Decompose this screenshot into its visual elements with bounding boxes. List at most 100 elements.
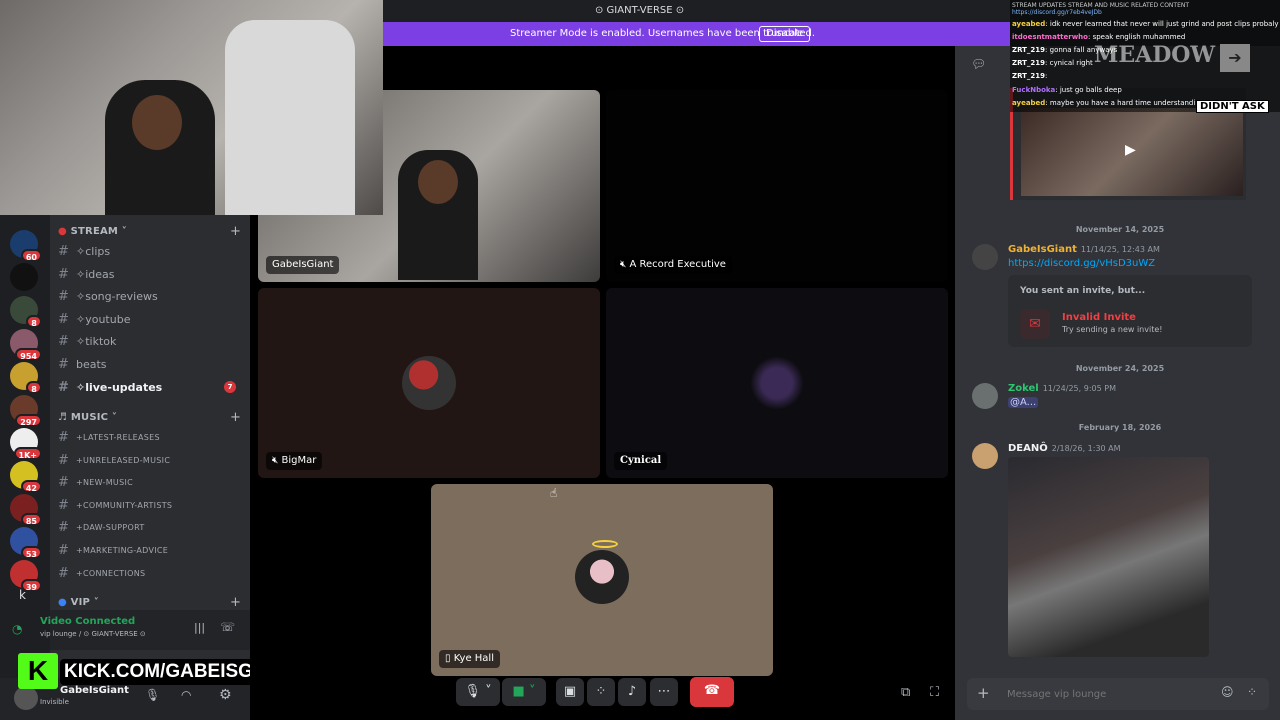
server-icon[interactable]: 8 xyxy=(10,296,42,328)
channel-song-reviews[interactable]: # ✧song-reviews xyxy=(58,286,244,306)
server-badge: 8 xyxy=(26,315,42,328)
video-tile-cynical[interactable]: Cynical xyxy=(606,288,948,478)
chat-text: : speak english muhammed xyxy=(1087,33,1186,41)
message-author[interactable]: Zokel 11/24/25, 9:05 PM xyxy=(1008,383,1116,394)
voice-status[interactable]: Video Connected xyxy=(40,616,135,627)
channel-beats[interactable]: # beats xyxy=(58,354,244,374)
microphone-icon[interactable]: 🎙 xyxy=(145,688,160,702)
voice-location[interactable]: vip lounge / ⊙ GIANT-VERSE ⊙ xyxy=(40,630,146,638)
server-icon[interactable]: 85 xyxy=(10,494,42,526)
server-badge: 42 xyxy=(20,480,42,493)
server-badge: 954 xyxy=(15,348,42,361)
settings-gear-icon[interactable]: ⚙ xyxy=(219,687,232,703)
channel-marketing-advice[interactable]: # +MARKETING-ADVICE xyxy=(58,540,244,560)
server-icon[interactable]: 954 xyxy=(10,329,42,361)
stream-chat-overlay: STREAM UPDATES STREAM AND MUSIC RELATED … xyxy=(1010,0,1280,113)
add-attachment-icon[interactable]: + xyxy=(977,684,990,702)
message-author[interactable]: DEANÔ 2/18/26, 1:30 AM xyxy=(1008,443,1121,454)
headphones-icon[interactable]: ◠ xyxy=(181,688,191,702)
tile-name: GabeIsGiant xyxy=(266,256,340,274)
video-tile-kye-hall[interactable]: ▯ Kye Hall xyxy=(431,484,773,676)
channel-live-updates[interactable]: # ✧live-updates 7 xyxy=(58,377,244,397)
chat-text: : idk never learned that never will just… xyxy=(1045,20,1279,28)
channel-label: ✧tiktok xyxy=(76,334,117,348)
message-author[interactable]: GabeIsGiant 11/14/25, 12:43 AM xyxy=(1008,244,1160,255)
chat-text: : maybe you have a hard time understandi… xyxy=(1045,99,1205,107)
server-letter[interactable]: k xyxy=(19,588,26,602)
author-name: GabeIsGiant xyxy=(1008,244,1077,255)
activities-button[interactable]: ⁘ xyxy=(587,678,615,706)
avatar[interactable] xyxy=(14,686,38,710)
phone-icon: ▯ xyxy=(445,653,451,664)
noise-icon[interactable]: ||| xyxy=(194,621,205,634)
window-title: ⊙ GIANT-VERSE ⊙ xyxy=(595,5,685,16)
chat-line: FuckNboka: just go balls deep xyxy=(1012,84,1122,96)
chat-user: ZRT_219 xyxy=(1012,72,1046,80)
more-options-button[interactable]: ⋯ xyxy=(650,678,678,706)
leave-call-button[interactable]: ☎ xyxy=(690,677,734,707)
tile-name: Cynical xyxy=(614,452,668,470)
server-icon[interactable]: 297 xyxy=(10,395,42,427)
fullscreen-icon[interactable]: ⛶ xyxy=(930,685,939,700)
channel-connections[interactable]: # +CONNECTIONS xyxy=(58,563,244,583)
channel-youtube[interactable]: # ✧youtube xyxy=(58,309,244,329)
chat-bubble-icon[interactable]: 💬︎ xyxy=(971,57,986,71)
server-icon[interactable]: 8 xyxy=(10,362,42,394)
message-image[interactable] xyxy=(1008,457,1209,657)
category-music[interactable]: ♬ MUSIC ˅ + xyxy=(58,410,241,425)
screen-share-button[interactable]: ▣ xyxy=(556,678,584,706)
hash-icon: # xyxy=(58,519,70,535)
chat-user: FuckNboka xyxy=(1012,86,1056,94)
camera-button[interactable]: ■ ˅ xyxy=(502,678,546,706)
microphone-button[interactable]: 🎙 ˅ xyxy=(456,678,500,706)
message-link[interactable]: https://discord.gg/vHsD3uWZ xyxy=(1008,258,1155,269)
channel-daw-support[interactable]: # +DAW-SUPPORT xyxy=(58,517,244,537)
soundboard-button[interactable]: ♪ xyxy=(618,678,646,706)
disable-button[interactable]: Disable xyxy=(759,26,811,42)
hang-up-icon: ☎ xyxy=(703,683,721,698)
channel-latest-releases[interactable]: # +LATEST-RELEASES xyxy=(58,427,244,447)
server-icon[interactable]: 1K+ xyxy=(10,428,42,460)
tile-name-text: A Record Executive xyxy=(629,259,726,270)
channel-community-artists[interactable]: # +COMMUNITY-ARTISTS xyxy=(58,495,244,515)
channel-clips[interactable]: # ✧clips xyxy=(58,241,244,261)
add-channel-icon[interactable]: + xyxy=(230,595,241,610)
date-divider: November 14, 2025 xyxy=(1075,225,1165,234)
disconnect-icon[interactable]: ☏ xyxy=(220,620,235,634)
arrow-right-icon: ➔ xyxy=(1220,44,1250,72)
play-icon[interactable]: ▶ xyxy=(1125,142,1136,158)
channel-label: +COMMUNITY-ARTISTS xyxy=(76,500,173,510)
video-tile-bigmar[interactable]: 🔇︎ BigMar xyxy=(258,288,600,478)
channel-new-music[interactable]: # +NEW-MUSIC xyxy=(58,472,244,492)
channel-ideas[interactable]: # ✧ideas xyxy=(58,264,244,284)
add-channel-icon[interactable]: + xyxy=(230,224,241,239)
server-icon[interactable]: 39 xyxy=(10,560,42,592)
microphone-icon: 🎙 xyxy=(464,684,481,699)
apps-icon[interactable]: ⁘ xyxy=(1247,685,1257,699)
avatar[interactable] xyxy=(972,443,998,469)
emoji-icon[interactable]: ☺ xyxy=(1221,685,1234,699)
message-input[interactable] xyxy=(1007,684,1207,704)
chat-text: : just go balls deep xyxy=(1055,86,1122,94)
channel-tiktok[interactable]: # ✧tiktok xyxy=(58,331,244,351)
mention[interactable]: @A... xyxy=(1008,397,1039,408)
server-icon[interactable]: 60 xyxy=(10,230,42,262)
popout-icon[interactable]: ⧉ xyxy=(901,685,910,700)
server-icon[interactable]: 53 xyxy=(10,527,42,559)
channel-unreleased-music[interactable]: # +UNRELEASED-MUSIC xyxy=(58,450,244,470)
chat-user: ZRT_219 xyxy=(1012,59,1046,67)
message-composer: + ☺ ⁘ xyxy=(967,678,1269,710)
add-channel-icon[interactable]: + xyxy=(230,410,241,425)
chat-user: ayeabed xyxy=(1012,20,1046,28)
muted-mic-icon: 🔇︎ xyxy=(272,455,279,466)
video-tile-record-executive[interactable]: 🔇︎ A Record Executive xyxy=(606,90,948,282)
category-stream[interactable]: ● STREAM ˅ + xyxy=(58,224,241,239)
server-badge: 53 xyxy=(20,546,42,559)
server-icon[interactable]: 42 xyxy=(10,461,42,493)
category-vip[interactable]: ● VIP ˅ + xyxy=(58,595,241,610)
guest-figure xyxy=(225,20,355,215)
chat-text: : cynical right xyxy=(1045,59,1093,67)
avatar[interactable] xyxy=(972,244,998,270)
server-icon[interactable] xyxy=(10,263,38,291)
avatar[interactable] xyxy=(972,383,998,409)
